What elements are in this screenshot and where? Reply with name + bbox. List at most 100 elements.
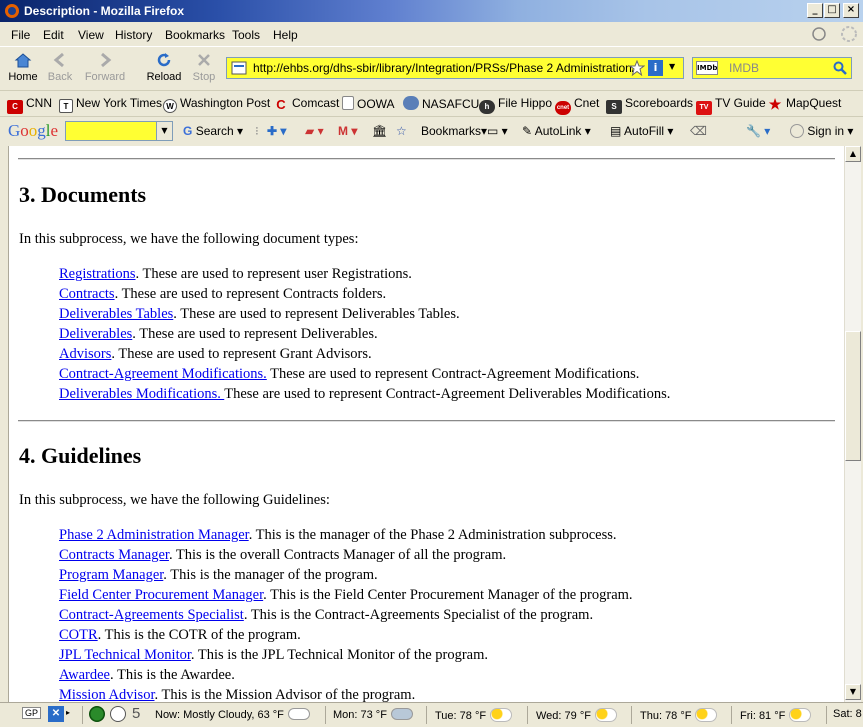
reload-button[interactable]: Reload xyxy=(144,49,184,87)
pagerank-icon[interactable]: ▰ ▾ xyxy=(305,124,324,138)
link-contracts[interactable]: Contracts xyxy=(59,286,115,302)
link-contracts-manager[interactable]: Contracts Manager xyxy=(59,547,169,563)
bank-icon[interactable]: 🏛 xyxy=(372,124,387,138)
status-green-icon[interactable] xyxy=(89,706,105,722)
menu-help[interactable]: Help xyxy=(273,28,298,42)
search-input[interactable]: IMDB xyxy=(729,61,759,75)
gp-badge[interactable]: GP xyxy=(22,707,42,719)
wapo-icon: W xyxy=(163,99,177,113)
bookmark-mapquest[interactable]: ★ MapQuest xyxy=(767,96,842,112)
bookmark-nyt[interactable]: T New York Times xyxy=(59,96,162,113)
link-awardee[interactable]: Awardee xyxy=(59,667,110,683)
link-phase2-admin-manager[interactable]: Phase 2 Administration Manager xyxy=(59,527,249,543)
bookmarks-star-icon[interactable]: ☆ xyxy=(396,124,407,138)
url-dropdown-icon[interactable]: ▼ xyxy=(669,62,675,71)
gmail-icon[interactable]: M ▾ xyxy=(338,124,357,138)
eraser-icon[interactable]: ⌫ xyxy=(690,124,707,138)
search-box[interactable]: IMDb IMDB xyxy=(692,57,852,79)
scroll-down-button[interactable]: ▼ xyxy=(845,684,861,700)
extension-menu-icon[interactable]: ▸ xyxy=(66,708,70,717)
link-mission-advisor[interactable]: Mission Advisor xyxy=(59,687,154,702)
separator xyxy=(527,706,528,724)
chevron-down-icon[interactable]: ▼ xyxy=(156,122,172,140)
sidebar-splitter[interactable] xyxy=(0,146,8,702)
imdb-engine-icon[interactable]: IMDb xyxy=(696,61,718,75)
url-text[interactable]: http://ehbs.org/dhs-sbir/library/Integra… xyxy=(253,61,633,75)
link-program-manager[interactable]: Program Manager xyxy=(59,567,163,583)
menu-history[interactable]: History xyxy=(115,28,152,42)
info-icon[interactable]: i xyxy=(648,60,663,76)
link-registrations[interactable]: Registrations xyxy=(59,266,136,282)
list-item: Deliverables Tables. These are used to r… xyxy=(59,306,460,322)
menu-view[interactable]: View xyxy=(78,28,104,42)
forward-arrow-icon xyxy=(101,52,112,68)
partly-sunny-icon xyxy=(789,708,812,722)
menu-tools[interactable]: Tools xyxy=(232,28,260,42)
rain-cloud-icon xyxy=(390,708,413,720)
navigation-toolbar: Home Back Forward Reload Stop http://ehb… xyxy=(0,46,863,88)
autolink-button[interactable]: ✎ AutoLink ▾ xyxy=(522,124,591,138)
google-search-button[interactable]: G Search ▾ xyxy=(183,124,243,138)
vertical-scrollbar[interactable]: ▲ ▼ xyxy=(844,146,861,702)
close-button[interactable]: × xyxy=(843,3,859,18)
bookmark-tvguide[interactable]: TV TV Guide xyxy=(696,96,766,115)
options-icon[interactable]: ▭ ▾ xyxy=(487,124,508,138)
stop-icon xyxy=(198,54,210,66)
maximize-button[interactable]: □ xyxy=(824,3,840,18)
list-item: Deliverables. These are used to represen… xyxy=(59,326,378,342)
menu-bookmarks[interactable]: Bookmarks xyxy=(165,28,225,42)
wrench-icon[interactable]: 🔧 ▾ xyxy=(746,124,770,138)
weather-now[interactable]: Now: Mostly Cloudy, 63 °F xyxy=(155,708,310,721)
weather-sat[interactable]: Sat: 8 xyxy=(833,708,862,720)
menu-file[interactable]: File xyxy=(11,28,30,42)
mapquest-icon: ★ xyxy=(768,96,782,112)
plus-icon[interactable]: ✚ ▾ xyxy=(267,124,286,138)
weather-wed[interactable]: Wed: 79 °F xyxy=(536,708,617,722)
bookmark-cnet[interactable]: cnet Cnet xyxy=(555,96,599,115)
link-deliverables-tables[interactable]: Deliverables Tables xyxy=(59,306,173,322)
signin-button[interactable]: Sign in ▾ xyxy=(790,124,853,138)
count-badge: 5 xyxy=(132,705,141,722)
clock-icon[interactable] xyxy=(110,706,126,722)
link-contract-agreement-modifications[interactable]: Contract-Agreement Modifications. xyxy=(59,366,267,382)
scroll-thumb[interactable] xyxy=(845,331,861,461)
link-deliverables[interactable]: Deliverables xyxy=(59,326,132,342)
link-advisors[interactable]: Advisors xyxy=(59,346,111,362)
back-button[interactable]: Back xyxy=(40,49,80,87)
extension-icon[interactable]: ✕ xyxy=(48,706,64,722)
search-icon[interactable] xyxy=(833,61,847,75)
list-item: COTR. This is the COTR of the program. xyxy=(59,627,301,643)
separator xyxy=(826,706,827,724)
bookmark-oowa[interactable]: OOWA xyxy=(342,96,395,111)
scroll-up-button[interactable]: ▲ xyxy=(845,146,861,162)
url-bar[interactable]: http://ehbs.org/dhs-sbir/library/Integra… xyxy=(226,57,684,79)
weather-fri[interactable]: Fri: 81 °F xyxy=(740,708,812,722)
weather-tue[interactable]: Tue: 78 °F xyxy=(435,708,513,722)
google-logo[interactable]: Google xyxy=(8,121,58,141)
divider xyxy=(18,420,835,422)
menu-edit[interactable]: Edit xyxy=(43,28,64,42)
link-cotr[interactable]: COTR xyxy=(59,627,98,643)
forward-button[interactable]: Forward xyxy=(82,49,128,87)
link-jpl-technical-monitor[interactable]: JPL Technical Monitor xyxy=(59,647,191,663)
link-deliverables-modifications[interactable]: Deliverables Modifications. xyxy=(59,386,224,402)
autofill-button[interactable]: ▤ AutoFill ▾ xyxy=(610,124,673,138)
google-bookmarks-button[interactable]: Bookmarks▾ xyxy=(421,124,487,138)
bookmark-cnn[interactable]: C CNN xyxy=(7,96,52,114)
link-field-center-procurement-manager[interactable]: Field Center Procurement Manager xyxy=(59,587,263,603)
weather-thu[interactable]: Thu: 78 °F xyxy=(640,708,718,722)
stop-button[interactable]: Stop xyxy=(184,49,224,87)
bookmark-scoreboards[interactable]: S Scoreboards xyxy=(606,96,693,114)
bookmark-wapo[interactable]: W Washington Post xyxy=(163,96,270,113)
user-icon xyxy=(790,124,804,138)
bookmark-star-icon[interactable] xyxy=(629,60,645,76)
minimize-button[interactable]: _ xyxy=(807,3,823,18)
home-button[interactable]: Home xyxy=(3,49,43,87)
link-contract-agreements-specialist[interactable]: Contract-Agreements Specialist xyxy=(59,607,244,623)
google-search-input[interactable]: ▼ xyxy=(65,121,173,141)
bookmark-comcast[interactable]: C Comcast xyxy=(273,96,339,112)
list-item: Contract-Agreement Modifications. These … xyxy=(59,366,640,382)
bookmark-filehippo[interactable]: h File Hippo xyxy=(479,96,552,114)
weather-mon[interactable]: Mon: 73 °F xyxy=(333,708,413,721)
bookmark-nasafcu[interactable]: NASAFCU xyxy=(403,96,479,111)
